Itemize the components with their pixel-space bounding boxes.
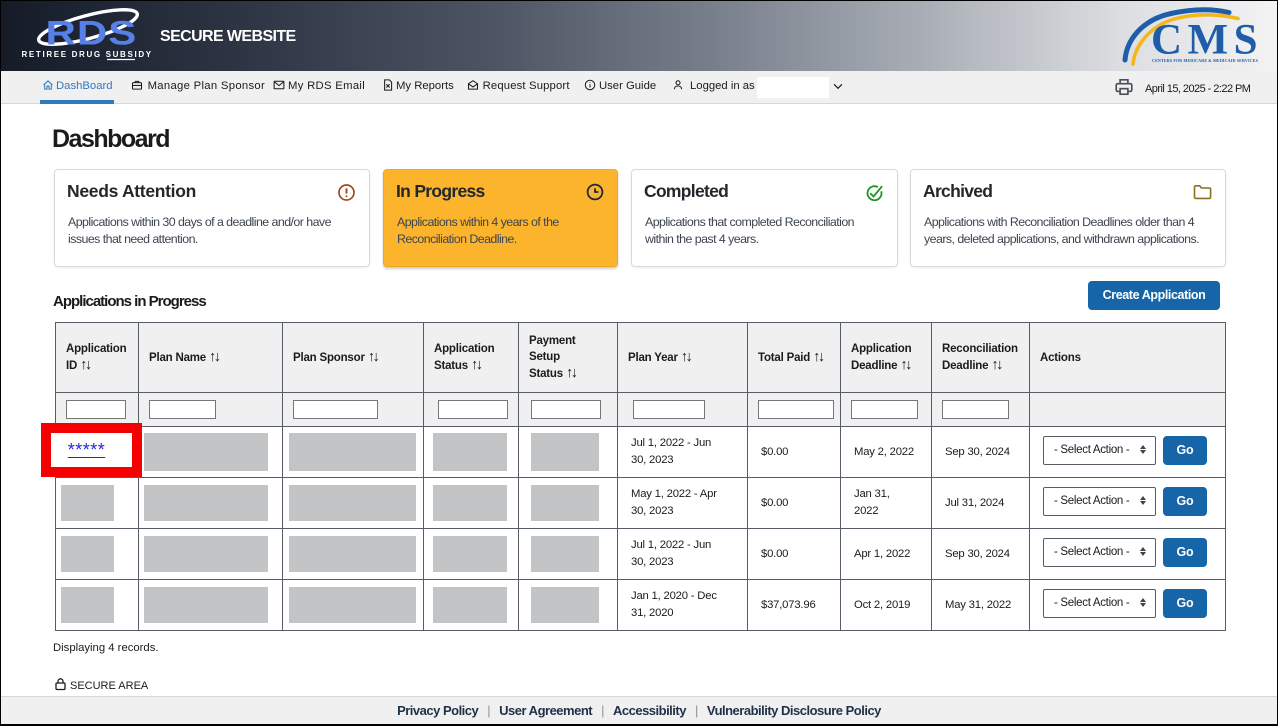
svg-text:RETIREE DRUG SUBSIDY: RETIREE DRUG SUBSIDY bbox=[22, 50, 153, 59]
svg-text:RDS: RDS bbox=[46, 14, 138, 53]
svg-text:CMS: CMS bbox=[1151, 17, 1263, 64]
svg-text:CENTERS FOR MEDICARE & MEDICAI: CENTERS FOR MEDICARE & MEDICAID SERVICES bbox=[1152, 58, 1259, 63]
